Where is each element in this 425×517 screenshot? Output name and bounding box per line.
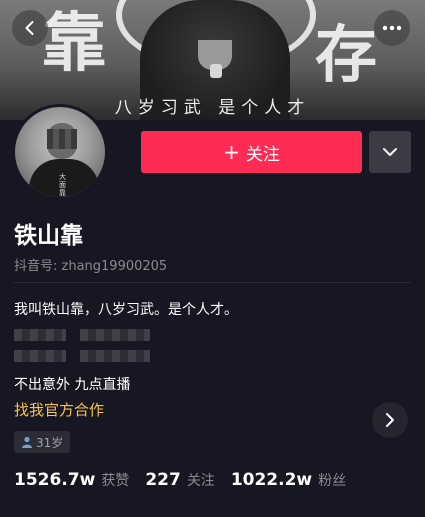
stat-value: 227 (145, 470, 181, 490)
stat-likes[interactable]: 1526.7w 获赞 (14, 470, 129, 490)
stat-label: 获赞 (101, 473, 130, 489)
recommend-dropdown-button[interactable] (369, 131, 411, 173)
blurred-text (14, 329, 66, 341)
more-button[interactable] (374, 10, 410, 46)
stat-value: 1022.2w (230, 470, 313, 490)
plus-icon: + (223, 140, 240, 164)
pendant-graphic (210, 64, 222, 78)
more-icon (382, 25, 402, 31)
stat-value: 1526.7w (14, 470, 96, 490)
chevron-right-icon (386, 413, 394, 427)
avatar[interactable]: 大面靠 (12, 104, 108, 200)
blurred-text (14, 350, 66, 362)
blurred-text (80, 350, 150, 362)
back-icon (25, 21, 34, 35)
banner-left-character: 靠 (42, 6, 106, 81)
avatar-shirt-text: 大面靠 (59, 173, 66, 197)
bio-line: 不出意外 九点直播 (14, 377, 131, 393)
stats-bar: 1526.7w 获赞 227 关注 1022.2w 粉丝 (14, 470, 362, 490)
age-tag: 31岁 (14, 431, 71, 453)
profile-name: 铁山靠 (14, 223, 83, 249)
follow-button[interactable]: + 关注 (141, 131, 362, 173)
back-button[interactable] (12, 10, 48, 46)
collab-link[interactable]: 找我官方合作 (14, 399, 104, 420)
user-icon (22, 436, 32, 448)
banner-right-character: 存 (315, 18, 378, 91)
stat-label: 粉丝 (318, 473, 347, 489)
expand-button[interactable] (372, 402, 408, 438)
avatar-face-blur (47, 129, 77, 149)
stat-followers[interactable]: 1022.2w 粉丝 (231, 470, 346, 490)
divider (14, 282, 411, 283)
age-label: 31岁 (36, 435, 64, 450)
chevron-down-icon (383, 148, 397, 156)
blurred-text (80, 329, 150, 341)
follow-button-label: 关注 (245, 144, 280, 165)
bio-line: 我叫铁山靠，八岁习武。是个人才。 (14, 302, 238, 318)
stat-label: 关注 (186, 473, 215, 489)
douyin-id[interactable]: 抖音号: zhang19900205 (14, 255, 167, 274)
stat-following[interactable]: 227 关注 (145, 470, 215, 490)
profile-banner: 靠 存 八岁习武 是个人才 (0, 0, 425, 120)
